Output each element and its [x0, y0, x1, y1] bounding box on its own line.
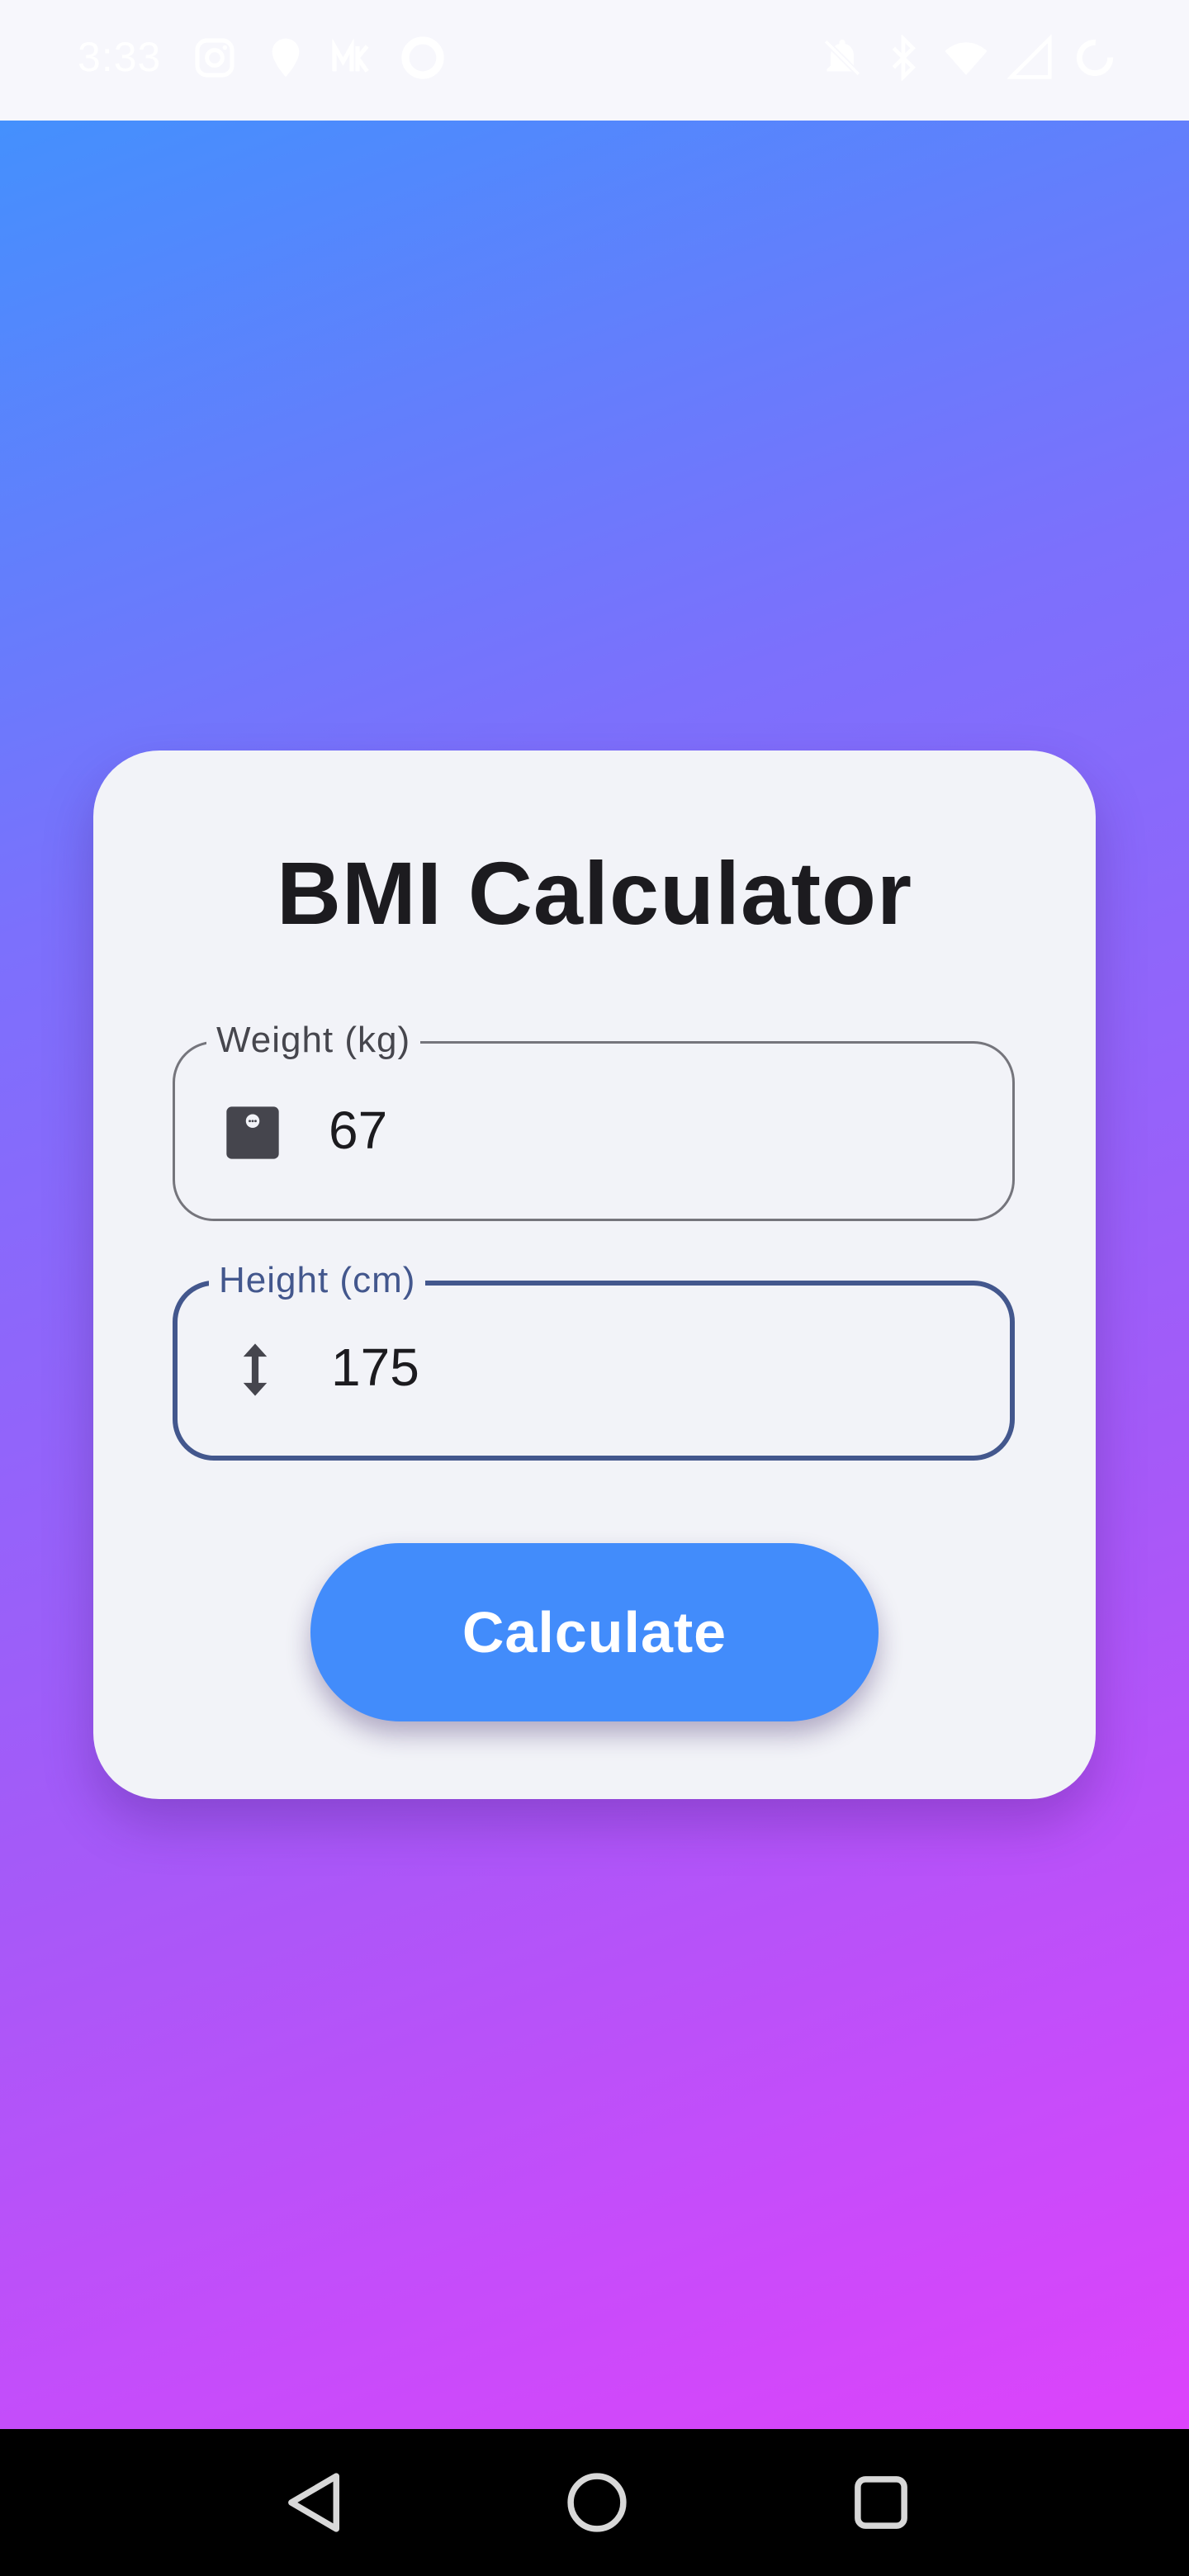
vertical-arrows-icon	[224, 1338, 287, 1401]
navigation-bar	[0, 2429, 1189, 2576]
status-bar: 3:33	[0, 0, 1189, 121]
bluetooth-icon	[880, 35, 926, 81]
location-pin-icon	[263, 35, 309, 81]
scale-icon	[221, 1101, 284, 1164]
height-label: Height (cm)	[209, 1256, 426, 1305]
height-input[interactable]	[331, 1322, 975, 1413]
weight-input[interactable]	[329, 1085, 973, 1176]
circle-app-icon	[400, 35, 446, 81]
recents-icon[interactable]	[844, 2465, 918, 2540]
screen: 3:33 BMI Calculator Weight (kg) 67 Heigh…	[0, 0, 1189, 2576]
wifi-icon	[943, 35, 989, 81]
notifications-off-icon	[819, 35, 865, 81]
weight-field[interactable]: Weight (kg)	[173, 1016, 1015, 1221]
calculate-button[interactable]: Calculate	[310, 1543, 879, 1721]
battery-saver-icon	[1072, 35, 1118, 81]
bmi-card: BMI Calculator Weight (kg) Height (cm) C…	[93, 751, 1096, 1799]
weight-label: Weight (kg)	[206, 1016, 421, 1065]
back-icon[interactable]	[277, 2465, 352, 2540]
page-title: BMI Calculator	[276, 843, 913, 943]
instagram-icon	[192, 35, 238, 81]
home-icon[interactable]	[560, 2465, 634, 2540]
signal-icon	[1007, 35, 1054, 81]
status-time: 3:33	[78, 34, 162, 80]
height-field[interactable]: Height (cm)	[173, 1256, 1015, 1461]
app-badge-icon	[329, 35, 375, 81]
